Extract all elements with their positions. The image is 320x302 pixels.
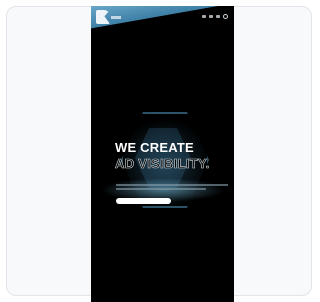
brand-logo[interactable] <box>96 10 110 24</box>
mobile-preview: WE CREATE AD VISIBILITY. <box>91 6 234 302</box>
nav-item[interactable] <box>216 15 220 18</box>
nav-item[interactable] <box>209 15 213 18</box>
brand-logo-text <box>111 16 121 19</box>
nav-item[interactable] <box>202 15 206 18</box>
hero-title-line1: WE CREATE <box>115 140 194 155</box>
header-banner <box>91 6 234 30</box>
menu-icon[interactable] <box>223 14 228 19</box>
cta-button[interactable] <box>116 198 171 204</box>
top-nav <box>202 14 228 19</box>
hero-title-line2: AD VISIBILITY. <box>115 156 210 172</box>
hero-description <box>116 184 228 193</box>
